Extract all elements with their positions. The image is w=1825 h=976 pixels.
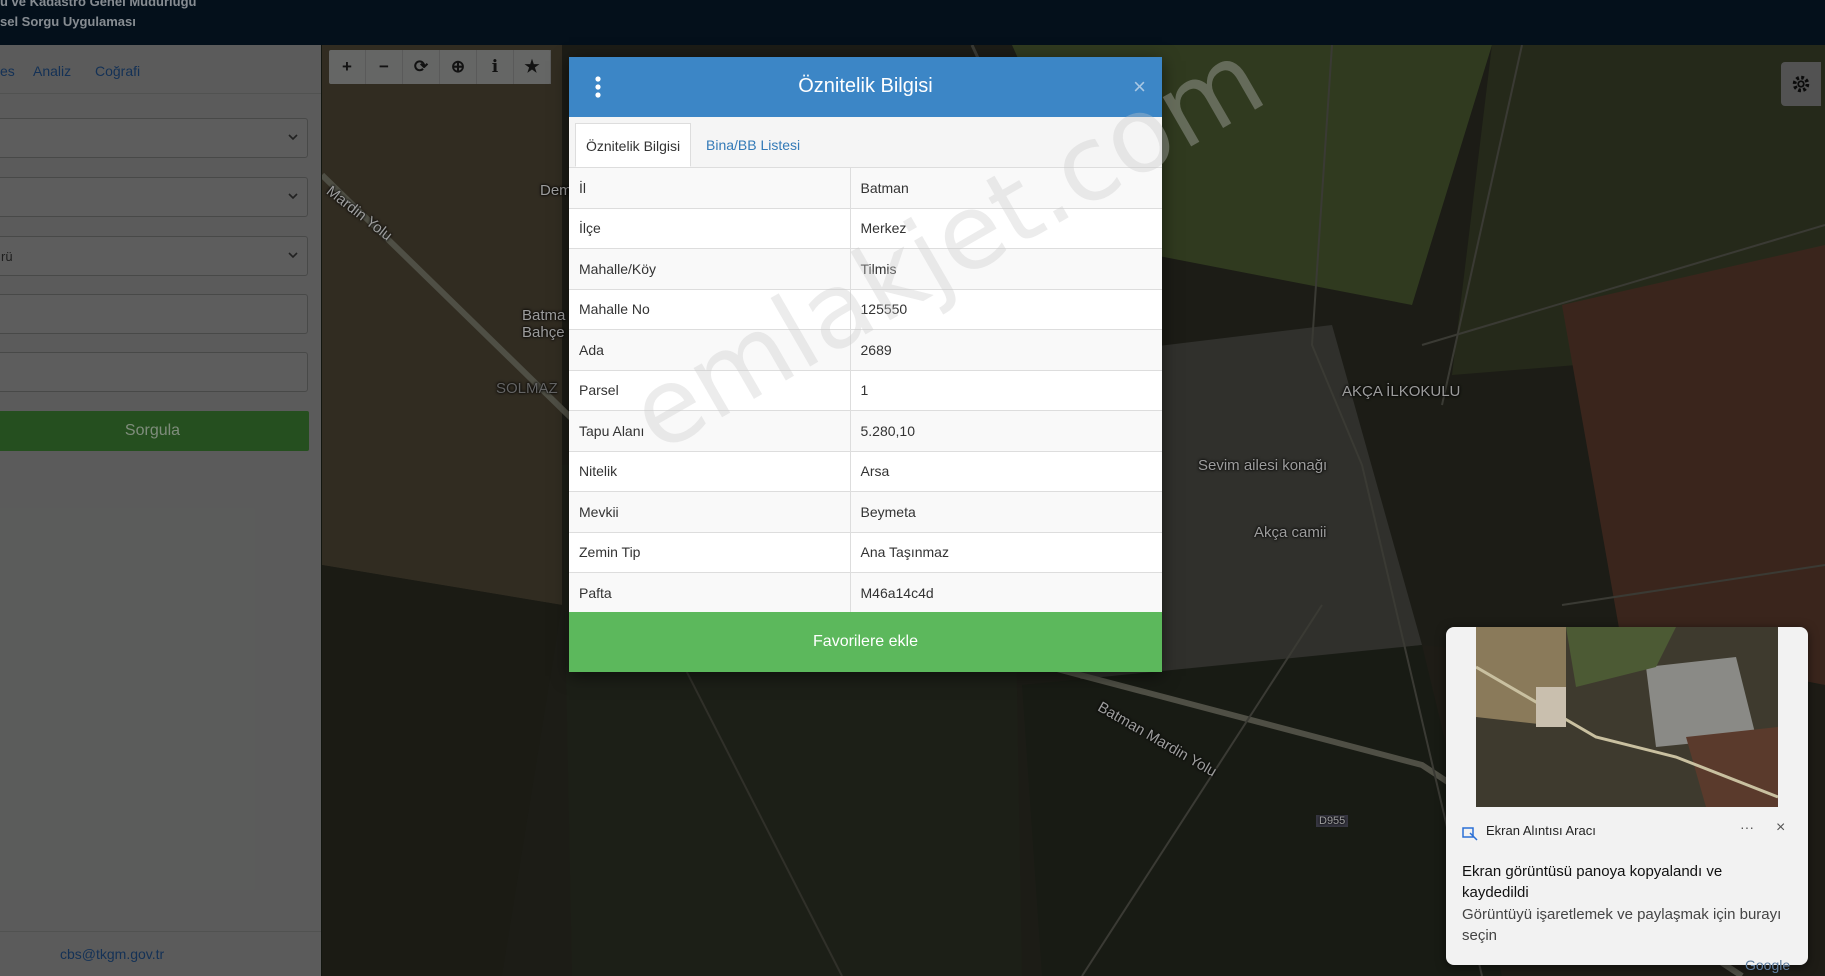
locate-button[interactable]: ⊕ <box>440 50 477 84</box>
sidebar-tabs: es Analiz Coğrafi <box>0 45 321 94</box>
sidebar-footer: cbs@tkgm.gov.tr <box>0 931 321 976</box>
screenshot-thumbnail[interactable] <box>1476 627 1778 807</box>
attribute-value: 1 <box>850 369 1162 411</box>
locate-icon: ⊕ <box>450 57 466 76</box>
info-button[interactable]: i <box>477 50 514 84</box>
chevron-down-icon <box>288 134 298 141</box>
attribute-key: Mahalle/Köy <box>569 248 851 289</box>
dialog-tabs: Öznitelik Bilgisi Bina/BB Listesi <box>569 117 1162 168</box>
parsel-input[interactable] <box>0 352 308 392</box>
map-label: SOLMAZ <box>496 380 558 397</box>
map-label: Sevim ailesi konağı <box>1198 457 1328 474</box>
attribute-key: Nitelik <box>569 450 851 492</box>
il-select[interactable] <box>0 118 308 158</box>
map-label: Dem <box>540 182 572 199</box>
app-title: sel Sorgu Uygulaması <box>0 14 136 29</box>
attribute-value: Arsa <box>850 450 1162 492</box>
notification-body: Görüntüyü işaretlemek ve paylaşmak için … <box>1462 906 1782 944</box>
query-button[interactable]: Sorgula <box>0 411 309 451</box>
attribute-row: Ada 2689 <box>569 329 1162 370</box>
attribute-row: Nitelik Arsa <box>569 450 1162 492</box>
zoom-in-button[interactable]: + <box>329 50 366 84</box>
close-icon[interactable]: × <box>1133 74 1146 100</box>
attribute-row: Mevkii Beymeta <box>569 491 1162 532</box>
map-label: Bahçe <box>522 324 565 341</box>
attribute-value: Ana Taşınmaz <box>850 531 1162 573</box>
attribute-row: Mahalle No 125550 <box>569 288 1162 330</box>
map-toolbar: + − ⟳ ⊕ i ★ <box>329 50 551 84</box>
road-shield: D955 <box>1316 815 1349 827</box>
app-header: u ve Kadastro Genel Müdürlüğü sel Sorgu … <box>0 0 1825 45</box>
tab-attribute-info[interactable]: Öznitelik Bilgisi <box>575 123 692 167</box>
close-icon[interactable]: × <box>1776 819 1785 837</box>
attribute-value: M46a14c4d <box>850 572 1162 613</box>
settings-button[interactable] <box>1781 62 1821 106</box>
attribute-key: Mevkii <box>569 491 851 532</box>
attribute-value: Batman <box>850 167 1162 208</box>
attribute-key: İl <box>569 167 851 208</box>
attribute-key: Pafta <box>569 572 851 613</box>
snipping-tool-notification[interactable]: Ekran Alıntısı Aracı ··· × Ekran görüntü… <box>1446 627 1808 965</box>
attribute-row: Tapu Alanı 5.280,10 <box>569 410 1162 451</box>
favorite-button[interactable]: ★ <box>514 50 551 84</box>
tab-cografi[interactable]: Coğrafi <box>95 63 140 79</box>
attribute-key: Ada <box>569 329 851 370</box>
attribute-row: Pafta M46a14c4d <box>569 572 1162 613</box>
attribute-row: İlçe Merkez <box>569 207 1162 249</box>
refresh-button[interactable]: ⟳ <box>403 50 440 84</box>
refresh-icon: ⟳ <box>413 57 429 76</box>
attribute-info-dialog: Öznitelik Bilgisi × Öznitelik Bilgisi Bi… <box>569 57 1162 672</box>
more-options-icon[interactable]: ··· <box>1740 819 1754 835</box>
map-label: Akça camii <box>1254 524 1327 541</box>
attribute-key: Zemin Tip <box>569 531 851 573</box>
tab-building-list[interactable]: Bina/BB Listesi <box>696 123 810 167</box>
attribute-row: Parsel 1 <box>569 369 1162 411</box>
attribute-row: Mahalle/Köy Tilmis <box>569 248 1162 289</box>
dialog-header: Öznitelik Bilgisi × <box>569 57 1162 117</box>
ilce-select[interactable] <box>0 177 308 217</box>
thumbnail-image <box>1476 627 1778 807</box>
notification-app-name: Ekran Alıntısı Aracı <box>1486 823 1596 838</box>
attribute-value: Tilmis <box>850 248 1162 289</box>
add-favorite-button[interactable]: Favorilere ekle <box>569 612 1162 672</box>
map-attribution: Google <box>1745 957 1791 973</box>
attribute-key: Parsel <box>569 369 851 411</box>
contact-email-link[interactable]: cbs@tkgm.gov.tr <box>60 946 164 962</box>
attribute-value: Beymeta <box>850 491 1162 532</box>
zoom-out-button[interactable]: − <box>366 50 403 84</box>
mahalle-select[interactable]: rü <box>0 236 308 276</box>
snipping-tool-icon <box>1462 827 1478 841</box>
attribute-value: 5.280,10 <box>850 410 1162 451</box>
zoom-out-icon: − <box>379 57 389 76</box>
tab-parsel[interactable]: es <box>0 63 15 79</box>
attribute-value: 125550 <box>850 288 1162 330</box>
zoom-in-icon: + <box>342 57 352 76</box>
attribute-key: Tapu Alanı <box>569 410 851 451</box>
map-label: AKÇA İLKOKULU <box>1342 383 1461 400</box>
star-icon: ★ <box>524 57 540 76</box>
attribute-row: İl Batman <box>569 167 1162 208</box>
attribute-value: Merkez <box>850 207 1162 249</box>
chevron-down-icon <box>288 252 298 259</box>
attribute-table: İl Batman İlçe Merkez Mahalle/Köy Tilmis Mahal… <box>569 167 1162 613</box>
notification-heading: Ekran görüntüsü panoya kopyalandı ve kay… <box>1462 863 1723 901</box>
tab-analiz[interactable]: Analiz <box>33 63 71 79</box>
chevron-down-icon <box>288 193 298 200</box>
query-sidebar: es Analiz Coğrafi rü Sorgula cbs@tkgm.go… <box>0 45 321 976</box>
gear-icon <box>1792 75 1810 93</box>
info-icon: i <box>491 57 499 77</box>
dialog-title: Öznitelik Bilgisi <box>798 75 933 97</box>
ada-input[interactable] <box>0 294 308 334</box>
attribute-value: 2689 <box>850 329 1162 370</box>
org-title: u ve Kadastro Genel Müdürlüğü <box>0 0 197 9</box>
attribute-row: Zemin Tip Ana Taşınmaz <box>569 531 1162 573</box>
attribute-key: İlçe <box>569 207 851 249</box>
map-label: Batma <box>522 307 566 324</box>
attribute-key: Mahalle No <box>569 288 851 330</box>
